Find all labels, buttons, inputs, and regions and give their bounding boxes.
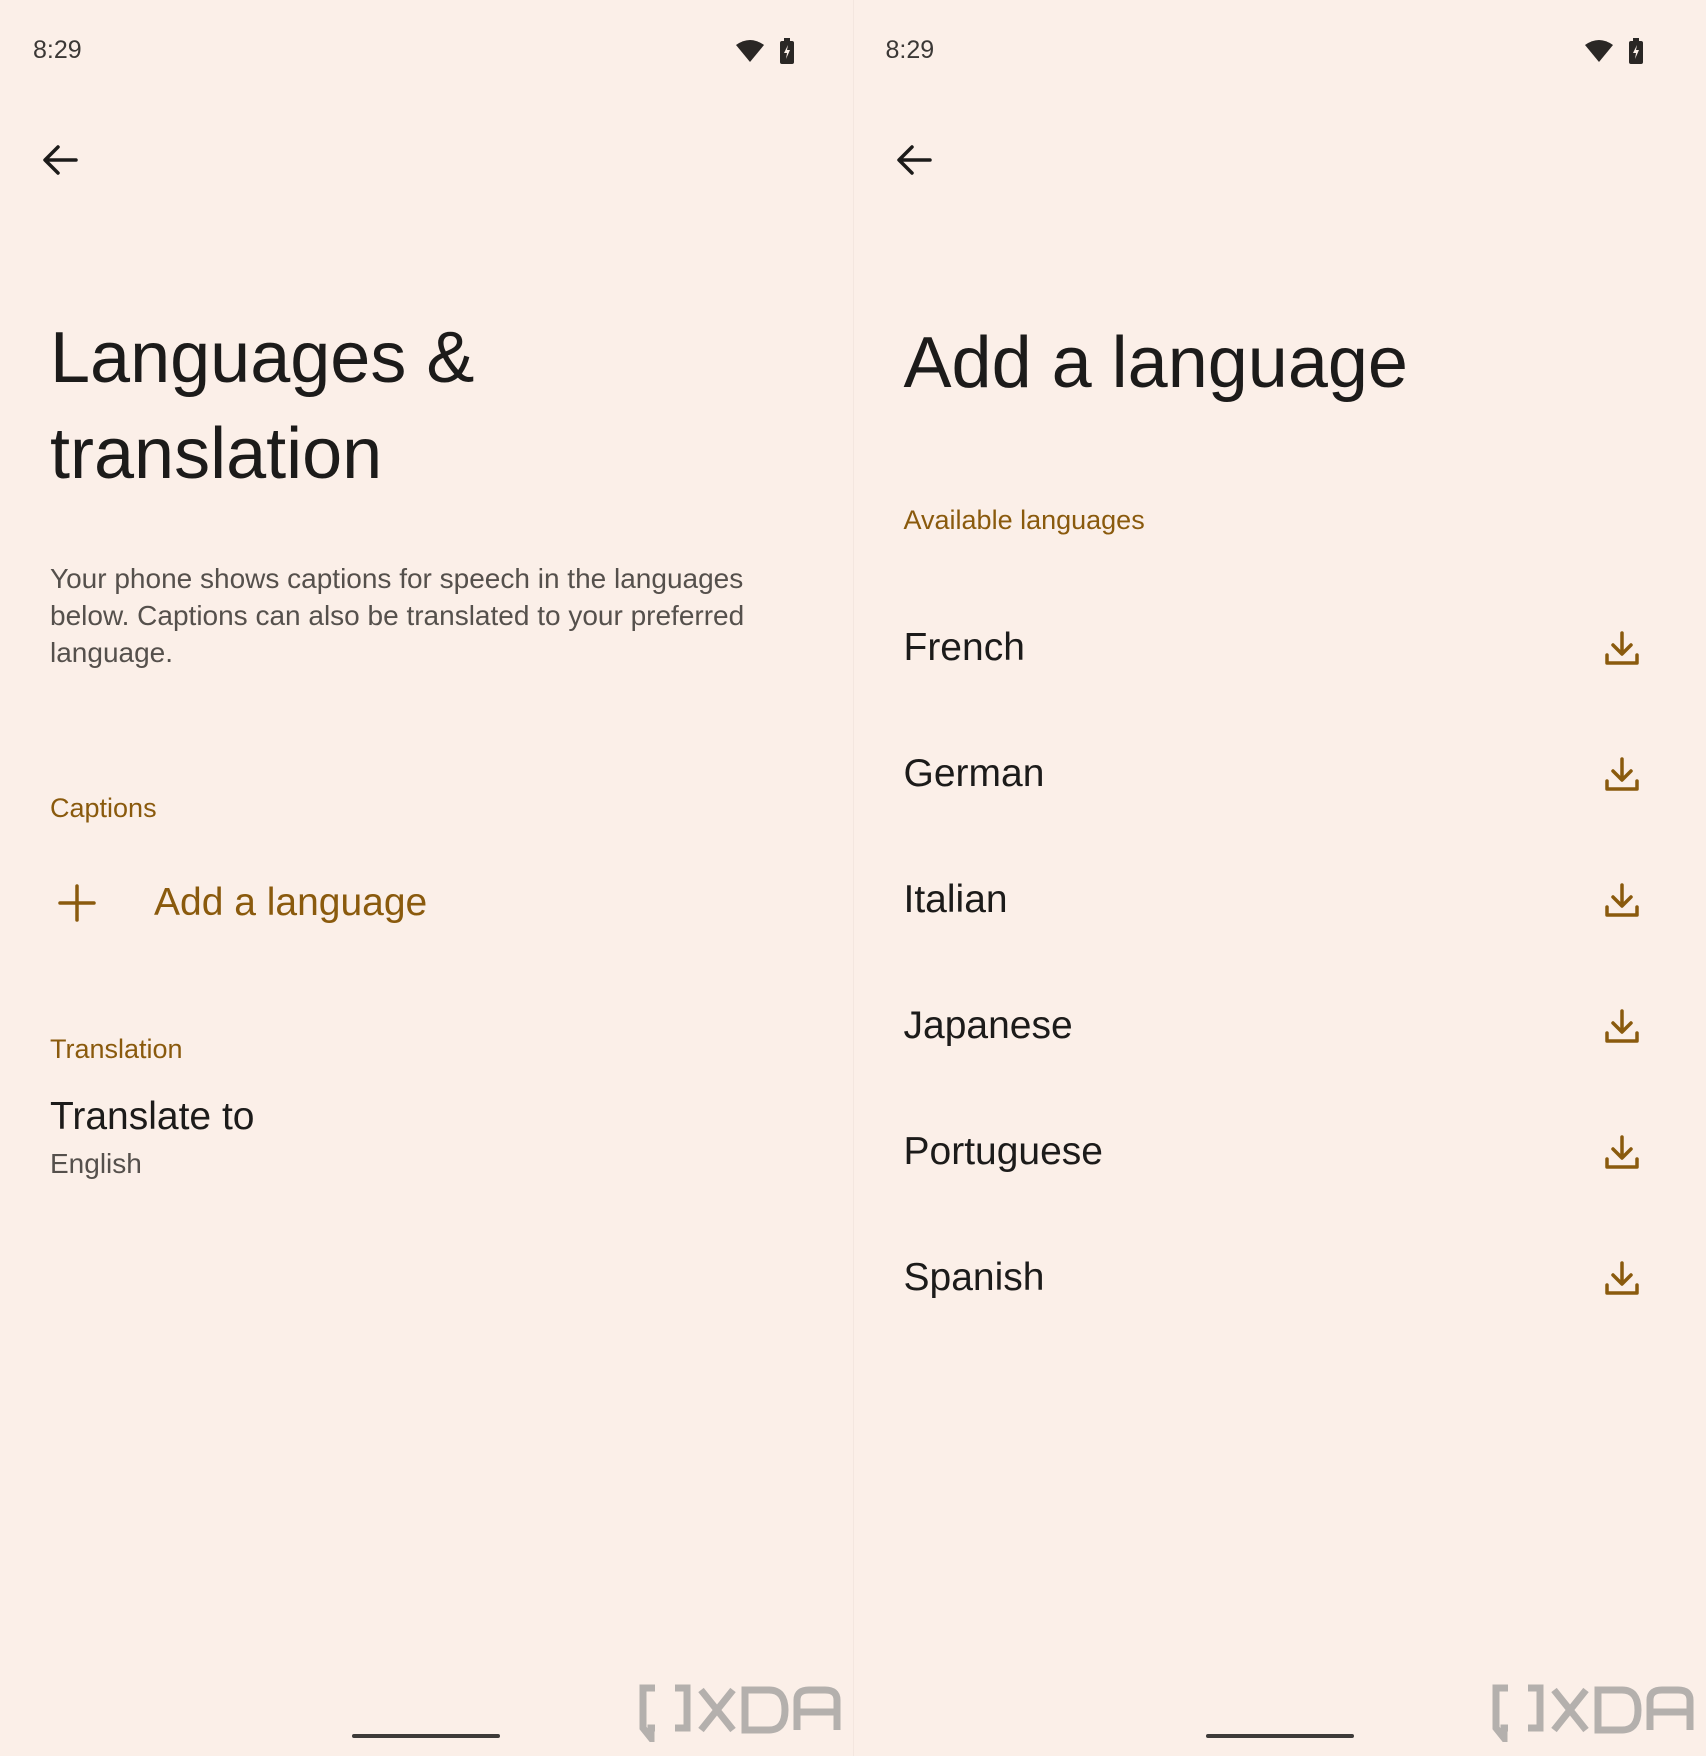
download-icon[interactable] (1602, 628, 1642, 668)
language-item-spanish[interactable]: Spanish (904, 1215, 1654, 1341)
add-language-screen: 8:29 Add a language Available languages … (853, 0, 1706, 1756)
battery-icon (1629, 38, 1643, 64)
add-language-button[interactable]: Add a language (50, 868, 810, 938)
arrow-left-icon (896, 145, 932, 175)
xda-watermark-logo (639, 1684, 840, 1742)
page-title: Add a language (903, 323, 1408, 403)
download-icon[interactable] (1602, 1006, 1642, 1046)
page-description: Your phone shows captions for speech in … (50, 563, 745, 668)
download-icon[interactable] (1602, 1258, 1642, 1298)
back-button[interactable] (40, 140, 80, 180)
navigation-handle[interactable] (352, 1734, 500, 1738)
add-language-label: Add a language (154, 881, 428, 924)
available-languages-header: Available languages (903, 505, 1145, 535)
battery-icon (779, 38, 794, 64)
status-icons (1584, 38, 1644, 64)
language-item-portuguese[interactable]: Portuguese (904, 1089, 1654, 1215)
page-title: Languages & translation (50, 318, 475, 494)
language-list: French German Italian Japanese Portugues… (904, 585, 1654, 1341)
back-button[interactable] (894, 140, 934, 180)
translate-to-value: English (50, 1148, 142, 1179)
wifi-icon (1585, 40, 1613, 62)
download-icon[interactable] (1602, 1132, 1642, 1172)
language-name: Portuguese (903, 1130, 1103, 1173)
download-icon[interactable] (1602, 880, 1642, 920)
language-name: German (903, 752, 1045, 795)
language-name: Japanese (903, 1004, 1073, 1047)
language-name: Italian (903, 878, 1008, 921)
translation-section-header: Translation (50, 1034, 183, 1064)
languages-translation-screen: 8:29 Languages & translation Your phone … (0, 0, 854, 1756)
plus-icon (58, 884, 96, 922)
navigation-handle[interactable] (1205, 1734, 1354, 1738)
wifi-icon (735, 40, 764, 62)
status-time: 8:29 (885, 36, 935, 64)
language-name: French (903, 626, 1025, 669)
arrow-left-icon (43, 145, 78, 175)
captions-section-header: Captions (50, 793, 157, 823)
language-name: Spanish (903, 1256, 1045, 1299)
translate-to-setting[interactable]: Translate to English (50, 1092, 810, 1192)
language-item-italian[interactable]: Italian (904, 837, 1654, 963)
xda-watermark-logo (1492, 1684, 1694, 1742)
translate-to-title: Translate to (50, 1095, 255, 1138)
screens-container: 8:29 Languages & translation Your phone … (0, 0, 1706, 1756)
download-icon[interactable] (1602, 754, 1642, 794)
language-item-japanese[interactable]: Japanese (904, 963, 1654, 1089)
status-icons (735, 38, 795, 64)
language-item-french[interactable]: French (904, 585, 1654, 711)
language-item-german[interactable]: German (904, 711, 1654, 837)
status-time: 8:29 (33, 36, 82, 64)
